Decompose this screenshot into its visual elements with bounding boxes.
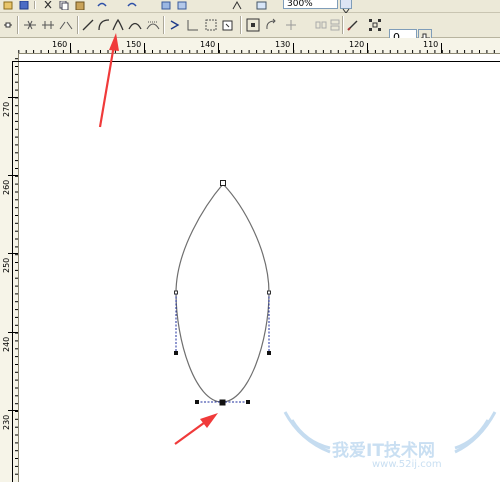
- ruler-label-250: 250: [2, 257, 11, 273]
- toolbar-separator: [342, 16, 343, 34]
- reverse-direction-icon[interactable]: [167, 17, 183, 33]
- add-node-icon[interactable]: [2, 17, 14, 33]
- extend-curve-icon[interactable]: [185, 17, 201, 33]
- open-icon[interactable]: [2, 0, 14, 10]
- rotate-nodes-icon[interactable]: [263, 17, 279, 33]
- ruler-label-130: 130: [275, 40, 291, 49]
- application-launcher-icon[interactable]: [230, 0, 244, 10]
- smooth-node-icon[interactable]: [127, 17, 143, 33]
- ruler-label-260: 260: [2, 179, 11, 195]
- toolbar-separator: [17, 16, 18, 34]
- paste-icon[interactable]: [74, 0, 86, 10]
- ruler-label-160: 160: [52, 40, 68, 49]
- select-all-nodes-icon[interactable]: [367, 17, 383, 33]
- save-icon[interactable]: [18, 0, 30, 10]
- join-nodes-icon[interactable]: [40, 17, 56, 33]
- toolbar-separator: [77, 16, 78, 34]
- welcome-screen-icon[interactable]: [255, 0, 269, 10]
- ruler-label-270: 270: [2, 101, 11, 117]
- export-icon[interactable]: [176, 0, 188, 10]
- ruler-label-120: 120: [349, 40, 365, 49]
- zoom-level-input[interactable]: 300%: [283, 0, 338, 9]
- ruler-label-230: 230: [2, 414, 11, 430]
- watermark-text: 我爱IT技术网: [332, 441, 435, 461]
- delete-node-icon[interactable]: [22, 17, 38, 33]
- standard-toolbar: 300%: [0, 0, 500, 14]
- break-curve-icon[interactable]: [58, 17, 74, 33]
- auto-close-icon[interactable]: [220, 17, 236, 33]
- horizontal-ruler[interactable]: 160 150 140 130 120 110: [0, 38, 500, 54]
- symmetrical-node-icon[interactable]: [145, 17, 161, 33]
- toolbar-separator: [163, 16, 164, 34]
- convert-to-line-icon[interactable]: [80, 17, 96, 33]
- copy-icon[interactable]: [58, 0, 70, 10]
- ruler-label-140: 140: [200, 40, 216, 49]
- stretch-nodes-icon[interactable]: [245, 17, 261, 33]
- ruler-label-110: 110: [423, 40, 439, 49]
- ruler-label-150: 150: [126, 40, 142, 49]
- property-bar: 0: [0, 13, 500, 46]
- ruler-label-240: 240: [2, 336, 11, 352]
- extract-subpath-icon[interactable]: [203, 17, 219, 33]
- align-nodes-icon[interactable]: [283, 17, 299, 33]
- redo-icon[interactable]: [125, 0, 139, 10]
- page-border: [12, 61, 500, 482]
- toolbar-separator: [34, 1, 35, 9]
- cusp-node-icon[interactable]: [110, 17, 126, 33]
- toolbar-separator: [240, 16, 241, 34]
- elastic-mode-icon[interactable]: [345, 17, 361, 33]
- cut-icon[interactable]: [42, 0, 54, 10]
- zoom-dropdown-button[interactable]: [340, 0, 352, 14]
- reflect-vertical-icon[interactable]: [327, 17, 343, 33]
- undo-icon[interactable]: [95, 0, 109, 10]
- import-icon[interactable]: [160, 0, 172, 10]
- watermark-url: www.52ij.com: [372, 459, 442, 470]
